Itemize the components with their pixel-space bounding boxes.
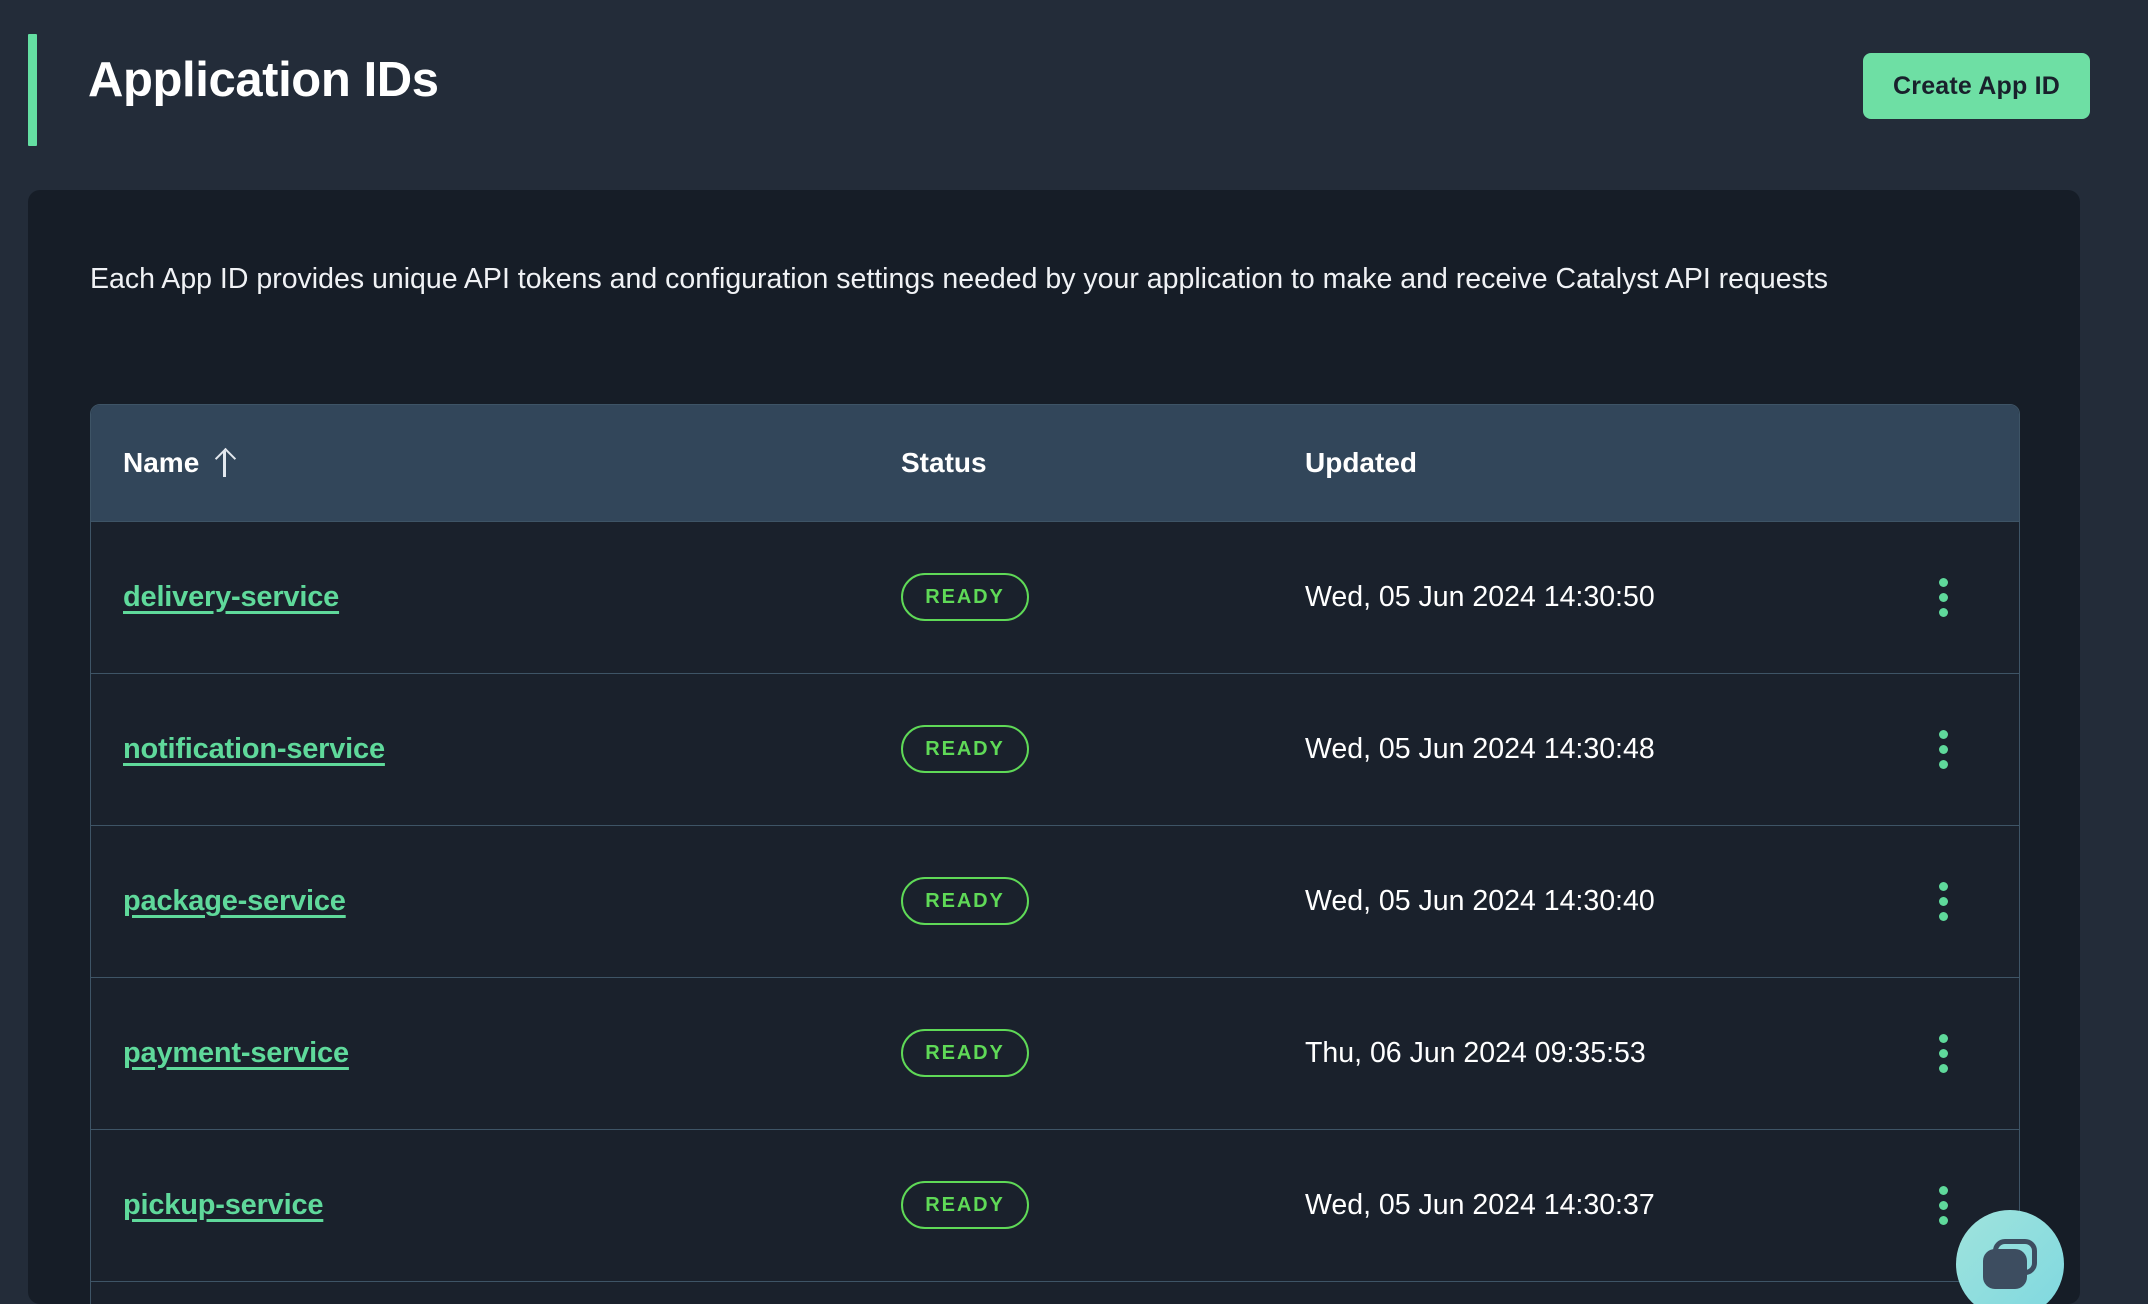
cell-status: READY [901, 673, 1305, 825]
cell-name: payment-service [91, 977, 901, 1129]
cell-actions [1865, 977, 2019, 1129]
cell-name: pickup-service [91, 1129, 901, 1281]
sort-by-name-control[interactable]: Name [123, 447, 235, 479]
table-row: package-service READY Wed, 05 Jun 2024 1… [91, 825, 2019, 977]
cell-name: delivery-service [91, 521, 901, 673]
row-menu-icon[interactable] [1917, 1027, 1969, 1079]
app-id-link[interactable]: package-service [123, 885, 346, 917]
updated-timestamp: Wed, 05 Jun 2024 14:30:37 [1305, 1188, 1655, 1221]
column-header-name-label: Name [123, 446, 200, 478]
table-body: delivery-service READY Wed, 05 Jun 2024 … [91, 521, 2019, 1304]
create-app-id-button[interactable]: Create App ID [1863, 53, 2090, 119]
cell-name: user-service [91, 1281, 901, 1304]
status-badge: READY [901, 877, 1029, 925]
cell-updated: Wed, 05 Jun 2024 14:30:42 [1305, 1281, 1865, 1304]
cell-updated: Wed, 05 Jun 2024 14:30:40 [1305, 825, 1865, 977]
table-head: Name Status Updated [91, 405, 2019, 521]
cell-status: READY [901, 977, 1305, 1129]
cell-actions [1865, 521, 2019, 673]
updated-timestamp: Wed, 05 Jun 2024 14:30:40 [1305, 884, 1655, 917]
status-badge: READY [901, 1029, 1029, 1077]
table-row: delivery-service READY Wed, 05 Jun 2024 … [91, 521, 2019, 673]
app-ids-table: Name Status Updated delivery-service REA [91, 405, 2019, 1304]
page-title: Application IDs [88, 53, 439, 107]
app-ids-card: Each App ID provides unique API tokens a… [28, 190, 2080, 1304]
row-menu-icon[interactable] [1917, 723, 1969, 775]
chat-support-button[interactable] [1956, 1210, 2064, 1304]
cell-name: package-service [91, 825, 901, 977]
table-row: payment-service READY Thu, 06 Jun 2024 0… [91, 977, 2019, 1129]
column-header-actions [1865, 405, 2019, 521]
table-row: pickup-service READY Wed, 05 Jun 2024 14… [91, 1129, 2019, 1281]
title-accent-bar [28, 34, 37, 146]
column-header-updated: Updated [1305, 446, 1417, 478]
card-description: Each App ID provides unique API tokens a… [90, 263, 1828, 295]
status-badge: READY [901, 725, 1029, 773]
updated-timestamp: Thu, 06 Jun 2024 09:35:53 [1305, 1036, 1646, 1069]
cell-status: READY [901, 1129, 1305, 1281]
app-ids-table-container: Name Status Updated delivery-service REA [90, 404, 2020, 1304]
status-badge: READY [901, 1181, 1029, 1229]
cell-name: notification-service [91, 673, 901, 825]
arrow-up-icon [213, 449, 235, 477]
cell-status: READY [901, 825, 1305, 977]
cell-updated: Wed, 05 Jun 2024 14:30:37 [1305, 1129, 1865, 1281]
cell-updated: Wed, 05 Jun 2024 14:30:48 [1305, 673, 1865, 825]
row-menu-icon[interactable] [1917, 1179, 1969, 1231]
cell-status: READY [901, 521, 1305, 673]
app-id-link[interactable]: delivery-service [123, 581, 339, 613]
column-header-status: Status [901, 446, 987, 478]
updated-timestamp: Wed, 05 Jun 2024 14:30:48 [1305, 732, 1655, 765]
app-id-link[interactable]: payment-service [123, 1037, 349, 1069]
table-row: notification-service READY Wed, 05 Jun 2… [91, 673, 2019, 825]
cell-actions [1865, 825, 2019, 977]
page-header: Application IDs Create App ID [0, 0, 2148, 186]
updated-timestamp: Wed, 05 Jun 2024 14:30:50 [1305, 580, 1655, 613]
status-badge: READY [901, 573, 1029, 621]
cell-updated: Wed, 05 Jun 2024 14:30:50 [1305, 521, 1865, 673]
row-menu-icon[interactable] [1917, 875, 1969, 927]
app-id-link[interactable]: pickup-service [123, 1189, 324, 1221]
cell-status: READY [901, 1281, 1305, 1304]
row-menu-icon[interactable] [1917, 571, 1969, 623]
cell-actions [1865, 673, 2019, 825]
cell-updated: Thu, 06 Jun 2024 09:35:53 [1305, 977, 1865, 1129]
chat-bubble-icon [1983, 1239, 2037, 1289]
table-row: user-service READY Wed, 05 Jun 2024 14:3… [91, 1281, 2019, 1304]
app-id-link[interactable]: notification-service [123, 733, 385, 765]
table-header-row: Name Status Updated [91, 405, 2019, 521]
column-header-name[interactable]: Name [91, 405, 901, 521]
